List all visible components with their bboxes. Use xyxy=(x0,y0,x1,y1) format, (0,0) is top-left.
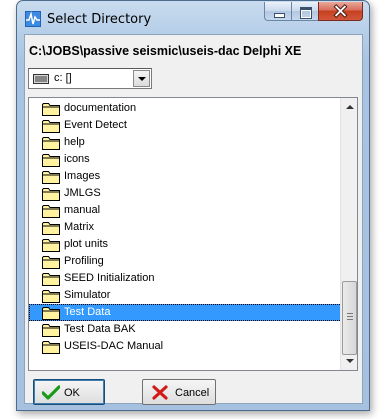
directory-item-label: SEED Initialization xyxy=(64,272,155,284)
directory-item[interactable]: USEIS-DAC Manual xyxy=(29,338,342,355)
directory-item-label: documentation xyxy=(64,102,137,114)
red-x-icon xyxy=(152,385,168,400)
scrollbar-thumb[interactable] xyxy=(342,281,357,355)
cancel-button[interactable]: Cancel xyxy=(142,379,216,405)
directory-item[interactable]: Simulator xyxy=(29,287,342,304)
directory-item[interactable]: documentation xyxy=(29,100,342,117)
directory-item[interactable]: Profiling xyxy=(29,253,342,270)
directory-item-label: USEIS-DAC Manual xyxy=(64,340,164,352)
checkmark-icon xyxy=(42,385,60,400)
maximize-button[interactable] xyxy=(291,2,318,21)
directory-item-label: Test Data xyxy=(64,306,111,318)
caption-buttons xyxy=(264,2,363,22)
directory-item[interactable]: icons xyxy=(29,151,342,168)
close-icon xyxy=(333,4,348,18)
directory-item-label: Matrix xyxy=(64,221,94,233)
scroll-up-arrow-icon[interactable] xyxy=(341,98,357,115)
cancel-button-label: Cancel xyxy=(175,387,210,399)
close-button[interactable] xyxy=(318,2,363,21)
minimize-button[interactable] xyxy=(264,2,291,21)
directory-item-label: Simulator xyxy=(64,289,111,301)
directory-item[interactable]: manual xyxy=(29,202,342,219)
folder-icon xyxy=(42,154,60,167)
app-pulse-icon xyxy=(25,11,41,27)
directory-items: documentation Event Detect help icons Images… xyxy=(29,100,342,355)
title-bar[interactable]: Select Directory xyxy=(17,1,369,35)
directory-list[interactable]: documentation Event Detect help icons Images… xyxy=(28,97,358,371)
ok-button[interactable]: OK xyxy=(33,379,105,405)
directory-item[interactable]: Matrix xyxy=(29,219,342,236)
directory-item[interactable]: Test Data BAK xyxy=(29,321,342,338)
grip-icon xyxy=(347,313,353,320)
folder-icon xyxy=(42,120,60,133)
folder-icon xyxy=(42,222,60,235)
folder-icon xyxy=(42,324,60,337)
directory-item[interactable]: Images xyxy=(29,168,342,185)
folder-icon xyxy=(42,307,60,320)
window-title: Select Directory xyxy=(47,12,152,27)
folder-icon xyxy=(42,103,60,116)
directory-item-label: Images xyxy=(64,170,101,182)
hard-drive-icon xyxy=(33,74,49,84)
directory-item[interactable]: Test Data xyxy=(29,304,342,321)
folder-icon xyxy=(42,171,60,184)
directory-item-label: Event Detect xyxy=(64,119,127,131)
directory-item-label: help xyxy=(64,136,85,148)
directory-item[interactable]: JMLGS xyxy=(29,185,342,202)
directory-item-label: icons xyxy=(64,153,90,165)
folder-icon xyxy=(42,137,60,150)
drive-select[interactable]: c: [] xyxy=(28,68,152,89)
vertical-scrollbar[interactable] xyxy=(340,98,357,370)
folder-icon xyxy=(42,290,60,303)
drive-select-value: c: [] xyxy=(54,72,72,84)
directory-item[interactable]: SEED Initialization xyxy=(29,270,342,287)
directory-item-label: Profiling xyxy=(64,255,104,267)
select-directory-dialog: Select Directory C:\JOBS\passive seismic… xyxy=(16,0,370,411)
chevron-down-icon[interactable] xyxy=(133,70,150,87)
directory-item-label: JMLGS xyxy=(64,187,101,199)
folder-icon xyxy=(42,341,60,354)
current-path-label: C:\JOBS\passive seismic\useis-dac Delphi… xyxy=(29,44,302,58)
directory-item[interactable]: help xyxy=(29,134,342,151)
dialog-client-area: C:\JOBS\passive seismic\useis-dac Delphi… xyxy=(24,34,363,405)
scroll-down-arrow-icon[interactable] xyxy=(341,353,357,370)
directory-item-label: plot units xyxy=(64,238,109,250)
folder-icon xyxy=(42,188,60,201)
folder-icon xyxy=(42,273,60,286)
directory-item-label: manual xyxy=(64,204,101,216)
ok-button-label: OK xyxy=(64,387,80,399)
folder-icon xyxy=(42,239,60,252)
directory-item[interactable]: Event Detect xyxy=(29,117,342,134)
directory-item[interactable]: plot units xyxy=(29,236,342,253)
directory-item-label: Test Data BAK xyxy=(64,323,136,335)
folder-icon xyxy=(42,256,60,269)
folder-icon xyxy=(42,205,60,218)
